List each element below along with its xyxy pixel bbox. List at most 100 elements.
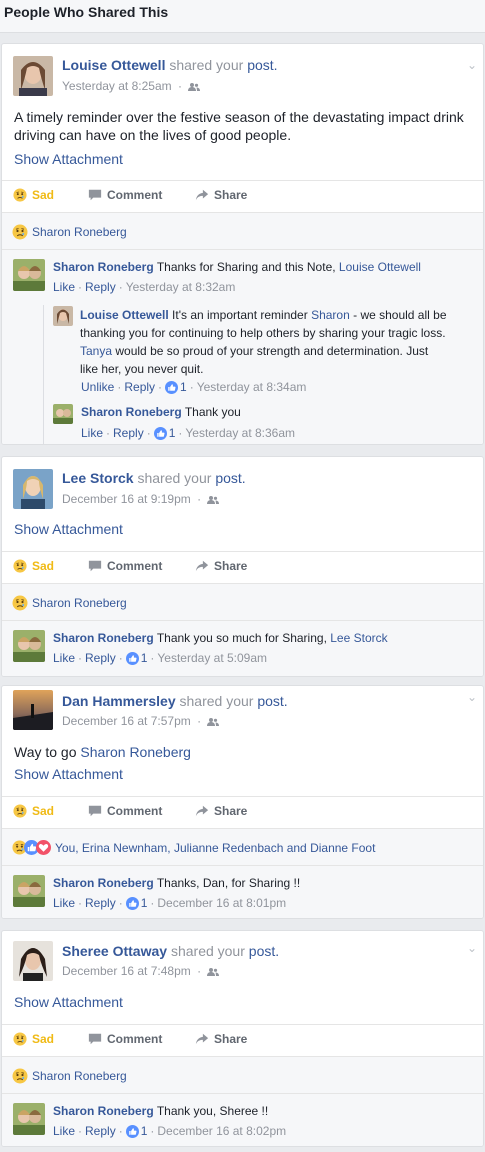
commenter-avatar[interactable] bbox=[13, 630, 45, 662]
like-count[interactable]: 1 bbox=[165, 380, 187, 394]
comments-section: Sharon Roneberg Thank you, Sheree !! Lik… bbox=[2, 1094, 483, 1146]
unlike-link[interactable]: Unlike bbox=[81, 380, 114, 394]
commenter-avatar[interactable] bbox=[53, 404, 73, 424]
commenter-avatar[interactable] bbox=[13, 1103, 45, 1135]
post-link[interactable]: post. bbox=[215, 470, 245, 486]
comment-timestamp[interactable]: Yesterday at 8:36am bbox=[185, 426, 295, 440]
like-link[interactable]: Like bbox=[81, 426, 103, 440]
comment-timestamp[interactable]: Yesterday at 5:09am bbox=[157, 651, 267, 665]
mention-link[interactable]: Lee Storck bbox=[330, 631, 387, 645]
post-link[interactable]: post. bbox=[247, 57, 277, 73]
reactions-summary: Sharon Roneberg bbox=[2, 583, 483, 621]
sad-face-icon bbox=[13, 804, 27, 818]
comment-button[interactable]: Comment bbox=[88, 804, 162, 818]
reply-link[interactable]: Reply bbox=[124, 380, 155, 394]
like-count[interactable]: 1 bbox=[126, 1124, 147, 1138]
author-name[interactable]: Louise Ottewell bbox=[62, 57, 165, 73]
reply-link[interactable]: Reply bbox=[85, 1124, 116, 1138]
story-meta: December 16 at 7:48pm · bbox=[62, 964, 219, 978]
commenter-name[interactable]: Sharon Roneberg bbox=[53, 1104, 154, 1118]
avatar[interactable] bbox=[13, 56, 53, 96]
commenter-avatar[interactable] bbox=[13, 259, 45, 291]
share-button[interactable]: Share bbox=[195, 1032, 247, 1046]
post-link[interactable]: post. bbox=[249, 943, 279, 959]
author-name[interactable]: Sheree Ottaway bbox=[62, 943, 167, 959]
friends-audience-icon[interactable] bbox=[188, 82, 200, 92]
sad-reaction-button[interactable]: Sad bbox=[13, 1032, 54, 1046]
comment-button[interactable]: Comment bbox=[88, 188, 162, 202]
chevron-down-icon[interactable]: ⌄ bbox=[467, 690, 477, 704]
story-header: Louise Ottewell shared your post. Yester… bbox=[2, 44, 483, 104]
mention-link[interactable]: Sharon Roneberg bbox=[80, 744, 191, 760]
commenter-name[interactable]: Sharon Roneberg bbox=[81, 405, 182, 419]
like-link[interactable]: Like bbox=[53, 651, 75, 665]
commenter-avatar[interactable] bbox=[13, 875, 45, 907]
comment-button[interactable]: Comment bbox=[88, 1032, 162, 1046]
comment-timestamp[interactable]: Yesterday at 8:34am bbox=[197, 380, 307, 394]
comment-timestamp[interactable]: Yesterday at 8:32am bbox=[126, 280, 236, 294]
mention-link[interactable]: Tanya bbox=[80, 344, 112, 358]
show-attachment-link[interactable]: Show Attachment bbox=[14, 766, 123, 782]
reply-link[interactable]: Reply bbox=[85, 651, 116, 665]
action-bar: Sad Comment Share bbox=[2, 796, 483, 828]
story-header: Sheree Ottaway shared your post. Decembe… bbox=[2, 931, 483, 991]
avatar[interactable] bbox=[13, 690, 53, 730]
like-icon bbox=[126, 652, 139, 665]
mention-link[interactable]: Sharon bbox=[311, 308, 350, 322]
commenter-avatar[interactable] bbox=[53, 306, 73, 326]
reactors-link[interactable]: Sharon Roneberg bbox=[32, 596, 127, 610]
share-button[interactable]: Share bbox=[195, 188, 247, 202]
sad-reaction-button[interactable]: Sad bbox=[13, 804, 54, 818]
author-name[interactable]: Lee Storck bbox=[62, 470, 134, 486]
share-button[interactable]: Share bbox=[195, 804, 247, 818]
like-link[interactable]: Like bbox=[53, 1124, 75, 1138]
reply-link[interactable]: Reply bbox=[85, 280, 116, 294]
like-count[interactable]: 1 bbox=[154, 426, 175, 440]
reply-link[interactable]: Reply bbox=[85, 896, 116, 910]
comment: Sharon Roneberg Thanks, Dan, for Sharing… bbox=[53, 876, 301, 890]
commenter-name[interactable]: Sharon Roneberg bbox=[53, 260, 154, 274]
commenter-name[interactable]: Sharon Roneberg bbox=[53, 876, 154, 890]
reply-link[interactable]: Reply bbox=[113, 426, 144, 440]
friends-audience-icon[interactable] bbox=[207, 967, 219, 977]
timestamp[interactable]: Yesterday at 8:25am bbox=[62, 79, 172, 93]
share-icon bbox=[195, 1032, 209, 1046]
comments-section: Sharon Roneberg Thanks for Sharing and t… bbox=[2, 250, 483, 444]
author-name[interactable]: Dan Hammersley bbox=[62, 693, 176, 709]
reactors-link[interactable]: Sharon Roneberg bbox=[32, 225, 127, 239]
reactors-link[interactable]: You, Erina Newnham, Julianne Redenbach a… bbox=[55, 841, 375, 855]
comment-icon bbox=[88, 804, 102, 818]
sad-reaction-button[interactable]: Sad bbox=[13, 188, 54, 202]
comment-icon bbox=[88, 1032, 102, 1046]
mention-link[interactable]: Louise Ottewell bbox=[339, 260, 421, 274]
show-attachment-link[interactable]: Show Attachment bbox=[14, 994, 123, 1010]
comment-button[interactable]: Comment bbox=[88, 559, 162, 573]
friends-audience-icon[interactable] bbox=[207, 495, 219, 505]
show-attachment-link[interactable]: Show Attachment bbox=[14, 521, 123, 537]
like-count[interactable]: 1 bbox=[126, 896, 147, 910]
commenter-name[interactable]: Sharon Roneberg bbox=[53, 631, 154, 645]
reactors-link[interactable]: Sharon Roneberg bbox=[32, 1069, 127, 1083]
like-link[interactable]: Like bbox=[53, 280, 75, 294]
sad-face-icon bbox=[13, 1032, 27, 1046]
timestamp[interactable]: December 16 at 7:48pm bbox=[62, 964, 191, 978]
sad-reaction-button[interactable]: Sad bbox=[13, 559, 54, 573]
chevron-down-icon[interactable]: ⌄ bbox=[467, 58, 477, 72]
share-icon bbox=[195, 559, 209, 573]
post-link[interactable]: post. bbox=[257, 693, 287, 709]
avatar[interactable] bbox=[13, 469, 53, 509]
like-link[interactable]: Like bbox=[53, 896, 75, 910]
timestamp[interactable]: December 16 at 7:57pm bbox=[62, 714, 191, 728]
share-button[interactable]: Share bbox=[195, 559, 247, 573]
show-attachment-link[interactable]: Show Attachment bbox=[14, 151, 123, 167]
avatar[interactable] bbox=[13, 941, 53, 981]
story-message: A timely reminder over the festive seaso… bbox=[14, 109, 464, 143]
comment: Sharon Roneberg Thank you so much for Sh… bbox=[53, 631, 388, 645]
comment-timestamp[interactable]: December 16 at 8:02pm bbox=[157, 1124, 286, 1138]
comment-timestamp[interactable]: December 16 at 8:01pm bbox=[157, 896, 286, 910]
timestamp[interactable]: December 16 at 9:19pm bbox=[62, 492, 191, 506]
friends-audience-icon[interactable] bbox=[207, 717, 219, 727]
chevron-down-icon[interactable]: ⌄ bbox=[467, 941, 477, 955]
like-count[interactable]: 1 bbox=[126, 651, 147, 665]
commenter-name[interactable]: Louise Ottewell bbox=[80, 308, 169, 322]
